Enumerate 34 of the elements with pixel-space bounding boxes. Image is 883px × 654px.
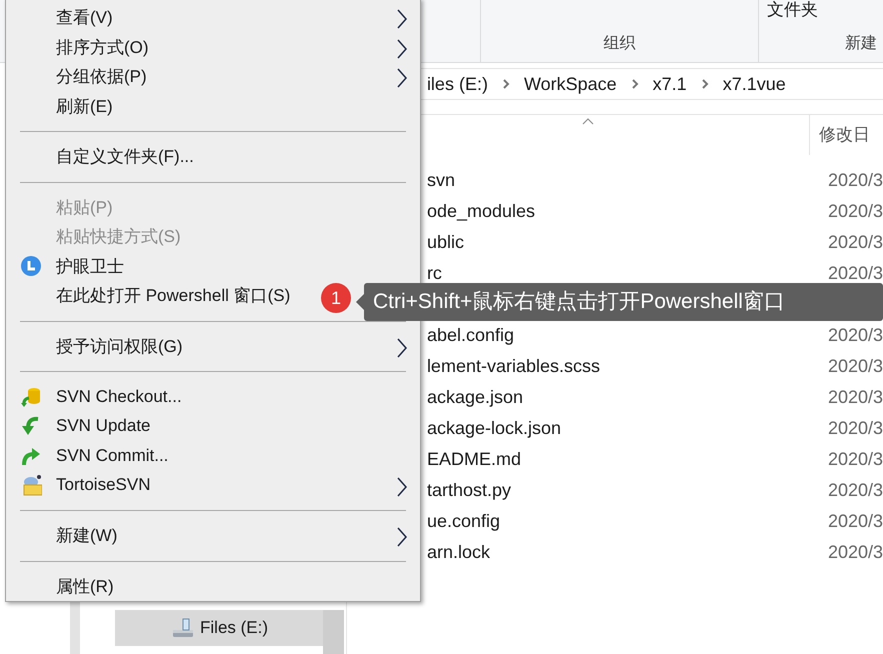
ribbon-group-label: 新建 xyxy=(845,34,877,54)
breadcrumb-item[interactable]: iles (E:) xyxy=(426,74,488,94)
modified-date: 2020/3 xyxy=(826,356,883,376)
menu-item[interactable]: 授予访问权限(G) xyxy=(6,332,420,362)
modified-date: 2020/3 xyxy=(826,170,883,190)
menu-item[interactable]: 自定义文件夹(F)... xyxy=(6,142,420,172)
modified-date: 2020/3 xyxy=(826,542,883,562)
modified-date: 2020/3 xyxy=(826,448,883,468)
modified-date: 2020/3 xyxy=(826,262,883,282)
modified-date: 2020/3 xyxy=(826,418,883,438)
menu-item[interactable]: 新建(W) xyxy=(6,521,420,551)
breadcrumb-item[interactable]: WorkSpace xyxy=(524,74,617,94)
menu-item[interactable]: 护眼卫士 xyxy=(6,252,420,282)
menu-item[interactable]: TortoiseSVN xyxy=(6,470,420,500)
menu-item[interactable]: SVN Checkout... xyxy=(6,382,420,412)
ribbon-button-label[interactable]: 文件夹 xyxy=(767,0,818,20)
modified-date: 2020/3 xyxy=(826,232,883,252)
menu-item[interactable]: SVN Update xyxy=(6,412,420,442)
number-badge: 1 xyxy=(321,283,351,314)
modified-date: 2020/3 xyxy=(826,510,883,530)
ribbon-group-label: 组织 xyxy=(604,34,636,54)
modified-date: 2020/3 xyxy=(826,324,883,344)
modified-date: 2020/3 xyxy=(826,386,883,406)
breadcrumb-item[interactable]: x7.1 xyxy=(652,74,687,94)
nav-item[interactable]: Files (E:) xyxy=(115,610,325,646)
menu-item[interactable]: 属性(R) xyxy=(6,572,420,602)
modified-date: 2020/3 xyxy=(826,200,883,220)
breadcrumb-item[interactable]: x7.1vue xyxy=(722,74,786,94)
menu-item[interactable]: 排序方式(O) xyxy=(6,32,420,62)
modified-date: 2020/3 xyxy=(826,480,883,500)
tooltip: Ctri+Shift+鼠标右键点击打开Powershell窗口 xyxy=(364,283,883,321)
column-header[interactable]: 修改日 xyxy=(810,115,870,155)
menu-item[interactable]: SVN Commit... xyxy=(6,441,420,471)
menu-item[interactable]: 查看(V) xyxy=(6,3,420,33)
